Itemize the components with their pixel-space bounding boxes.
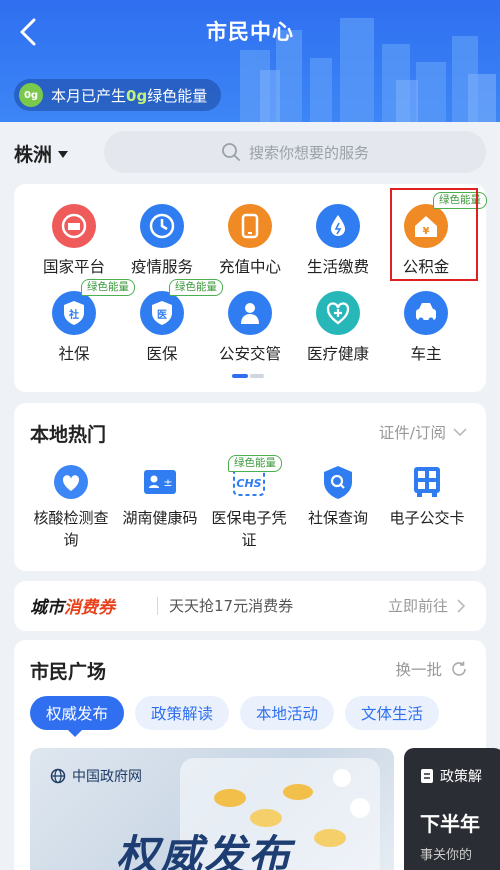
chevron-down-icon bbox=[453, 428, 467, 437]
service-label: 生活缴费 bbox=[306, 258, 369, 276]
banner2-subtitle: 事关你的 bbox=[420, 848, 473, 863]
local-hot-card: 本地热门 证件/订阅 核酸检测查询 ± 湖南健康码 CHS 医保电子凭证 绿色能量社保查询… bbox=[14, 403, 486, 571]
svg-text:CHS: CHS bbox=[236, 477, 261, 490]
hot-item[interactable]: 核酸检测查询 bbox=[24, 463, 118, 551]
policy-banner[interactable]: 政策解 下半年 事关你的 bbox=[404, 748, 500, 870]
service-item[interactable]: 社社保 绿色能量 bbox=[29, 279, 135, 364]
city-name: 株洲 bbox=[14, 144, 53, 166]
banner2-source: 政策解 bbox=[440, 769, 482, 785]
service-item[interactable]: 公安交管 bbox=[205, 291, 295, 364]
service-label: 医疗健康 bbox=[306, 345, 369, 363]
section-title-hot: 本地热门 bbox=[30, 424, 107, 446]
service-item[interactable]: 充值中心 bbox=[205, 204, 295, 277]
plaza-tabs: 权威发布 政策解读 本地活动 文体生活 bbox=[30, 696, 440, 730]
phone-recharge-icon bbox=[228, 204, 272, 248]
green-energy-pill[interactable]: 0g 本月已产生0g绿色能量 bbox=[14, 79, 222, 111]
coupon-go-link[interactable]: 立即前往 bbox=[388, 595, 468, 616]
green-energy-tag: 绿色能量 bbox=[228, 455, 282, 472]
section-title-plaza: 市民广场 bbox=[30, 661, 107, 683]
hot-label: 湖南健康码 bbox=[122, 509, 198, 527]
coupon-text: 天天抢17元消费券 bbox=[169, 597, 294, 615]
social-security-shield-icon: 社 bbox=[52, 291, 96, 335]
divider bbox=[157, 597, 158, 615]
hot-item[interactable]: 电子公交卡 bbox=[380, 463, 474, 529]
svg-text:±: ± bbox=[163, 476, 172, 489]
medical-insurance-shield-icon: 医 bbox=[140, 291, 184, 335]
national-platform-icon bbox=[52, 204, 96, 248]
service-label: 充值中心 bbox=[218, 258, 281, 276]
nucleic-test-heart-icon bbox=[52, 463, 90, 501]
energy-leaf-icon: 0g bbox=[19, 83, 43, 107]
refresh-batch-button[interactable]: 换一批 bbox=[395, 658, 468, 680]
refresh-icon bbox=[452, 661, 466, 676]
bus-qr-icon bbox=[408, 463, 446, 501]
refresh-batch-label: 换一批 bbox=[395, 661, 442, 679]
coupon-go-label: 立即前往 bbox=[387, 597, 448, 615]
service-label: 国家平台 bbox=[42, 258, 105, 276]
search-placeholder: 搜索你想要的服务 bbox=[248, 143, 369, 162]
service-item[interactable]: 国家平台 bbox=[29, 204, 119, 277]
header: 市民中心 0g 本月已产生0g绿色能量 bbox=[0, 0, 500, 122]
energy-value: 0g bbox=[126, 86, 148, 105]
banner-source: 中国政府网 bbox=[72, 769, 142, 785]
police-icon bbox=[228, 291, 272, 335]
page-dot-active bbox=[232, 374, 248, 378]
globe-icon bbox=[50, 768, 66, 784]
coupon-logo: 城市消费券 bbox=[30, 593, 115, 618]
certificates-link-label: 证件/订阅 bbox=[378, 424, 446, 442]
service-item[interactable]: 医医保 绿色能量 bbox=[117, 279, 223, 364]
plaza-tab[interactable]: 权威发布 bbox=[30, 696, 125, 730]
banner-headline: 权威发布 bbox=[116, 831, 293, 870]
news-banner[interactable]: 中国政府网 权威发布 bbox=[30, 748, 394, 870]
search-input[interactable]: 搜索你想要的服务 bbox=[104, 131, 486, 173]
service-label: 医保 bbox=[146, 345, 178, 363]
energy-prefix: 本月已产生 bbox=[51, 86, 127, 105]
hot-item[interactable]: CHS 医保电子凭证 绿色能量 bbox=[202, 455, 296, 551]
plaza-tab[interactable]: 政策解读 bbox=[135, 696, 230, 730]
service-label: 公安交管 bbox=[218, 345, 281, 363]
hot-item[interactable]: ± 湖南健康码 bbox=[113, 463, 207, 529]
hot-label: 医保电子凭证 bbox=[211, 509, 287, 549]
service-label: 车主 bbox=[410, 345, 442, 363]
banner2-title: 下半年 bbox=[420, 812, 480, 836]
tab-indicator bbox=[68, 730, 82, 737]
search-icon bbox=[222, 143, 240, 161]
plaza-tab[interactable]: 本地活动 bbox=[240, 696, 335, 730]
svg-text:医: 医 bbox=[157, 309, 167, 321]
coupon-logo-a: 城市 bbox=[30, 598, 64, 618]
citizen-plaza-card: 市民广场 换一批 权威发布政策解读本地活动文体生活 中国政府网 权威发布 bbox=[14, 640, 500, 870]
health-code-card-icon: ± bbox=[141, 463, 179, 501]
service-item[interactable]: 生活缴费 bbox=[293, 204, 383, 277]
services-card: 国家平台 疫情服务 充值中心 生活缴费 ¥ 公积金 绿色能量社社保 绿色能量医医保 绿色能量 公安… bbox=[14, 184, 487, 392]
service-item[interactable]: 疫情服务 bbox=[117, 204, 207, 277]
energy-suffix: 绿色能量 bbox=[147, 86, 208, 105]
service-label: 疫情服务 bbox=[130, 258, 193, 276]
epidemic-clock-icon bbox=[140, 204, 184, 248]
page-title: 市民中心 bbox=[206, 20, 294, 44]
certificates-link[interactable]: 证件/订阅 bbox=[379, 421, 468, 443]
car-icon bbox=[404, 291, 448, 335]
plaza-tab[interactable]: 文体生活 bbox=[345, 696, 440, 730]
coupon-banner[interactable]: 城市消费券 天天抢17元消费券 立即前往 bbox=[14, 581, 486, 631]
social-security-search-icon bbox=[319, 463, 357, 501]
service-item[interactable]: 医疗健康 bbox=[293, 291, 383, 364]
svg-text:社: 社 bbox=[68, 308, 79, 321]
health-heart-icon bbox=[316, 291, 360, 335]
city-selector[interactable]: 株洲 bbox=[14, 140, 69, 167]
hot-label: 电子公交卡 bbox=[389, 509, 465, 527]
hot-item[interactable]: 社保查询 bbox=[291, 463, 385, 529]
hot-label: 社保查询 bbox=[307, 509, 368, 527]
service-item[interactable]: 车主 bbox=[381, 291, 471, 364]
coupon-logo-b: 消费券 bbox=[64, 598, 115, 618]
water-drop-icon bbox=[316, 204, 360, 248]
caret-down-icon bbox=[58, 151, 69, 158]
hot-label: 核酸检测查询 bbox=[33, 509, 109, 549]
service-label: 社保 bbox=[58, 345, 90, 363]
page-dot bbox=[250, 374, 264, 378]
document-icon bbox=[421, 769, 433, 783]
highlight-box bbox=[390, 188, 478, 281]
chevron-right-icon bbox=[457, 598, 466, 613]
page-indicator bbox=[232, 374, 264, 378]
